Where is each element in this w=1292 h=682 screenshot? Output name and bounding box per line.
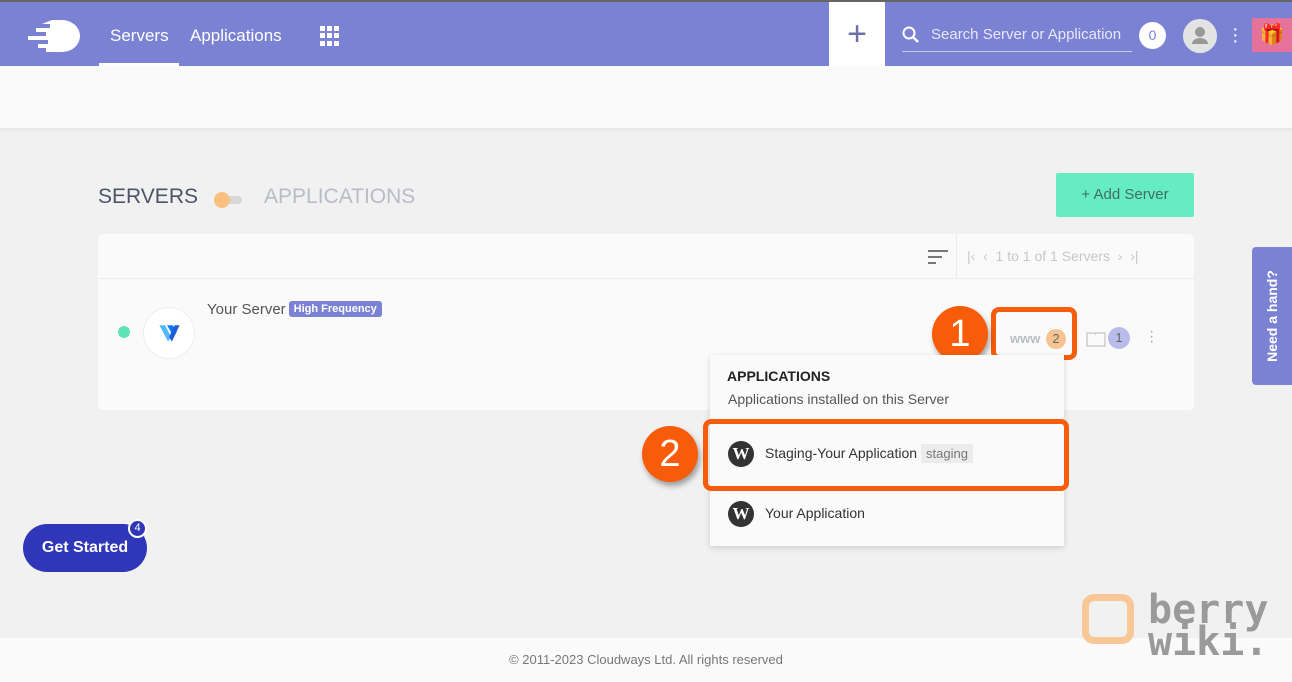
folder-icon[interactable] xyxy=(1086,330,1106,347)
servers-heading[interactable]: SERVERS xyxy=(98,185,198,209)
avatar[interactable] xyxy=(1183,19,1217,53)
berrywiki-watermark: berry wiki. xyxy=(1080,590,1268,662)
top-bar: Servers Applications + Search Server or … xyxy=(0,0,1292,68)
server-name-text[interactable]: Your Server xyxy=(207,301,286,318)
applications-heading[interactable]: APPLICATIONS xyxy=(264,185,415,209)
help-label: Need a hand? xyxy=(1264,270,1280,362)
status-indicator xyxy=(118,326,130,338)
apps-grid-icon[interactable] xyxy=(320,26,340,46)
first-page-icon[interactable]: |‹ xyxy=(967,248,975,264)
search-input[interactable]: Search Server or Application xyxy=(902,22,1132,52)
prev-page-icon[interactable]: ‹ xyxy=(983,248,988,264)
dropdown-subtitle: Applications installed on this Server xyxy=(728,391,950,407)
annotation-1: 1 xyxy=(932,306,988,362)
last-page-icon[interactable]: ›| xyxy=(1130,248,1138,264)
server-name[interactable]: Your Server High Frequency xyxy=(207,301,382,318)
gift-icon[interactable]: 🎁 xyxy=(1252,18,1292,52)
search-icon xyxy=(902,26,919,43)
annotation-2: 2 xyxy=(642,426,698,482)
nav-servers[interactable]: Servers xyxy=(110,26,169,46)
wordpress-icon: W xyxy=(728,501,754,527)
search-placeholder: Search Server or Application xyxy=(931,26,1122,43)
need-a-hand-button[interactable]: Need a hand? xyxy=(1252,247,1292,385)
app-item-your-application[interactable]: W Your Application xyxy=(710,489,1064,539)
notification-count[interactable]: 0 xyxy=(1139,22,1166,49)
next-page-icon[interactable]: › xyxy=(1118,248,1123,264)
highlight-box-2 xyxy=(703,419,1069,491)
view-toggle[interactable] xyxy=(214,192,242,208)
sort-icon[interactable] xyxy=(928,249,948,265)
more-menu-icon[interactable]: · · · xyxy=(1232,19,1239,51)
add-button[interactable]: + xyxy=(829,2,885,68)
pagination: |‹ ‹ 1 to 1 of 1 Servers › ›| xyxy=(956,234,1194,279)
highlight-box-1 xyxy=(991,307,1077,360)
cloudways-logo[interactable] xyxy=(22,16,90,52)
project-count[interactable]: 1 xyxy=(1108,327,1130,349)
server-more-icon[interactable]: · · · xyxy=(1149,324,1154,350)
add-server-button[interactable]: + Add Server xyxy=(1056,173,1194,217)
get-started-badge: 4 xyxy=(128,519,147,538)
vultr-logo xyxy=(143,307,195,359)
dropdown-title: APPLICATIONS xyxy=(727,368,831,384)
app-name[interactable]: Your Application xyxy=(765,505,865,521)
server-type-badge: High Frequency xyxy=(288,301,382,317)
subheader xyxy=(0,66,1292,128)
nav-applications[interactable]: Applications xyxy=(190,26,282,46)
pagination-text: 1 to 1 of 1 Servers xyxy=(995,248,1110,264)
